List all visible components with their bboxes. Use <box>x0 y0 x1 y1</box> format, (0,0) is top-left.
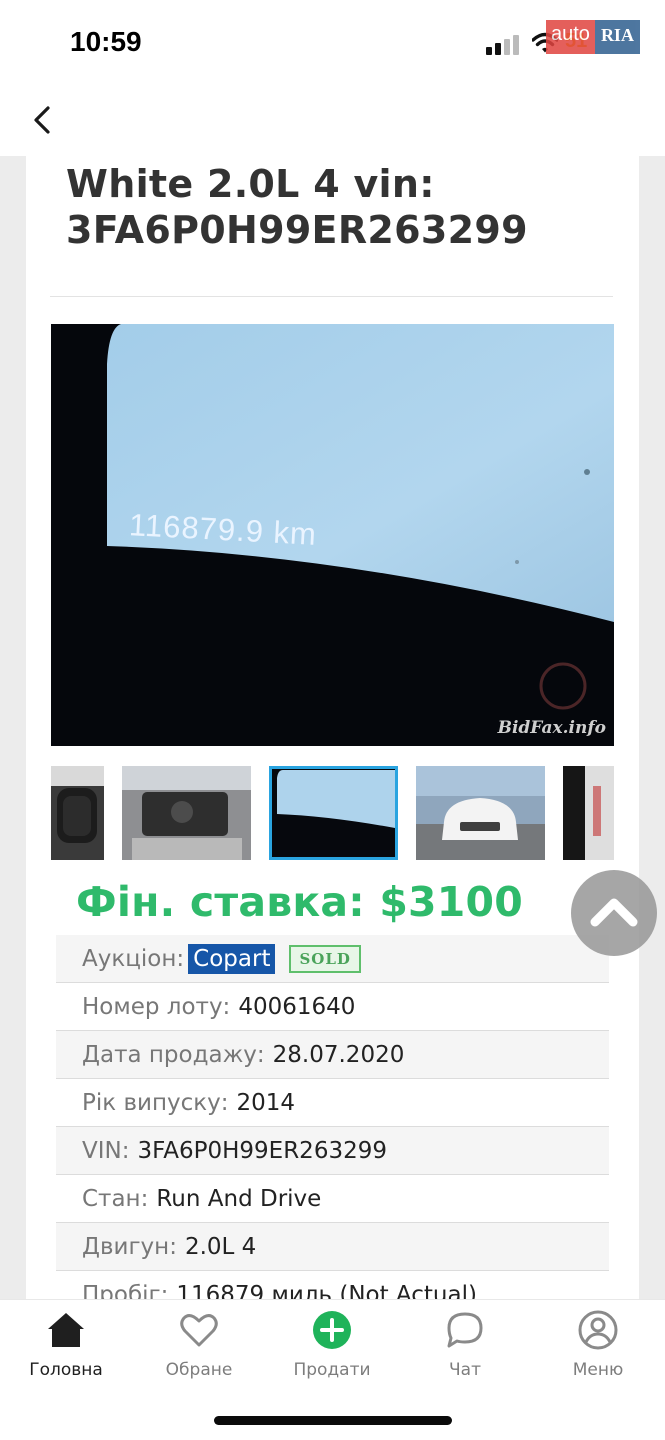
home-icon <box>48 1313 84 1347</box>
sold-badge: SOLD <box>289 944 361 973</box>
detail-row-year: Рік випуску: 2014 <box>56 1079 609 1127</box>
detail-row-engine: Двигун: 2.0L 4 <box>56 1223 609 1271</box>
detail-label: Пробіг: <box>82 1281 169 1300</box>
detail-row-vin: VIN: 3FA6P0H99ER263299 <box>56 1127 609 1175</box>
logo-auto-text: auto <box>546 20 595 54</box>
detail-value: 3FA6P0H99ER263299 <box>137 1137 387 1164</box>
engine-bay-image <box>122 766 251 860</box>
plus-circle-icon <box>313 1311 351 1349</box>
detail-row-lot: Номер лоту: 40061640 <box>56 983 609 1031</box>
thumbnail-front[interactable] <box>416 766 545 860</box>
detail-label: Стан: <box>82 1185 149 1212</box>
cellular-signal-icon <box>486 35 522 55</box>
chevron-up-icon <box>590 898 638 927</box>
tab-favorites[interactable]: Обране <box>144 1310 254 1390</box>
tab-label: Чат <box>449 1360 481 1380</box>
thumbnail-odometer[interactable] <box>269 766 398 860</box>
user-circle-icon <box>578 1310 618 1350</box>
back-button[interactable] <box>28 100 58 140</box>
lot-details: Аукціон: Copart SOLD Номер лоту: 4006164… <box>56 935 609 1299</box>
rear-image <box>563 766 614 860</box>
detail-label: Двигун: <box>82 1233 177 1260</box>
tab-label: Меню <box>572 1360 624 1380</box>
chat-bubble-icon <box>447 1312 483 1348</box>
tab-home[interactable]: Головна <box>11 1310 121 1390</box>
thumbnail-strip <box>51 766 614 860</box>
title-line-1: White 2.0L 4 vin: <box>66 162 435 206</box>
detail-row-date: Дата продажу: 28.07.2020 <box>56 1031 609 1079</box>
home-indicator[interactable] <box>214 1416 452 1425</box>
detail-label: Номер лоту: <box>82 993 231 1020</box>
status-time: 10:59 <box>70 26 142 57</box>
tab-menu[interactable]: Меню <box>543 1310 653 1390</box>
divider <box>50 296 613 297</box>
detail-value: 40061640 <box>238 993 356 1020</box>
odometer-thumb-image <box>269 766 398 860</box>
tab-sell[interactable]: Продати <box>277 1310 387 1390</box>
detail-value: 28.07.2020 <box>272 1041 405 1068</box>
tab-label: Обране <box>165 1360 233 1380</box>
car-front-image <box>416 766 545 860</box>
detail-value: Run And Drive <box>156 1185 322 1212</box>
detail-row-mileage: Пробіг: 116879 миль (Not Actual) <box>56 1271 609 1300</box>
detail-row-condition: Стан: Run And Drive <box>56 1175 609 1223</box>
thumbnail-engine[interactable] <box>122 766 251 860</box>
detail-value: 116879 миль (Not Actual) <box>176 1281 477 1300</box>
status-bar: 10:59 51 auto RIA <box>0 0 665 90</box>
interior-image <box>51 766 104 860</box>
tab-label: Головна <box>29 1360 103 1380</box>
autoria-logo: auto RIA <box>546 20 640 54</box>
tab-label: Продати <box>293 1360 371 1380</box>
auction-name[interactable]: Copart <box>188 943 276 974</box>
detail-label: VIN: <box>82 1137 130 1164</box>
photo-watermark: BidFax.info <box>497 718 606 738</box>
tab-chat[interactable]: Чат <box>410 1310 520 1390</box>
detail-label: Аукціон: <box>82 945 185 972</box>
main-photo[interactable]: 116879.9 km BidFax.info <box>51 324 614 746</box>
page-title: White 2.0L 4 vin: 3FA6P0H99ER263299 <box>66 161 626 253</box>
thumbnail-interior[interactable] <box>51 766 104 860</box>
heart-icon <box>180 1314 218 1347</box>
detail-row-auction: Аукціон: Copart SOLD <box>56 935 609 983</box>
detail-value: 2.0L 4 <box>184 1233 257 1260</box>
listing-card: White 2.0L 4 vin: 3FA6P0H99ER263299 1168… <box>26 156 639 1299</box>
scroll-to-top-button[interactable] <box>571 870 657 956</box>
thumbnail-rear[interactable] <box>563 766 614 860</box>
final-bid: Фін. ставка: $3100 <box>76 878 523 926</box>
chevron-left-icon <box>34 106 50 134</box>
logo-ria-text: RIA <box>594 20 640 54</box>
detail-label: Дата продажу: <box>82 1041 265 1068</box>
title-line-2: 3FA6P0H99ER263299 <box>66 208 528 252</box>
detail-value: 2014 <box>236 1089 296 1116</box>
detail-label: Рік випуску: <box>82 1089 229 1116</box>
navigation-bar <box>0 90 665 156</box>
